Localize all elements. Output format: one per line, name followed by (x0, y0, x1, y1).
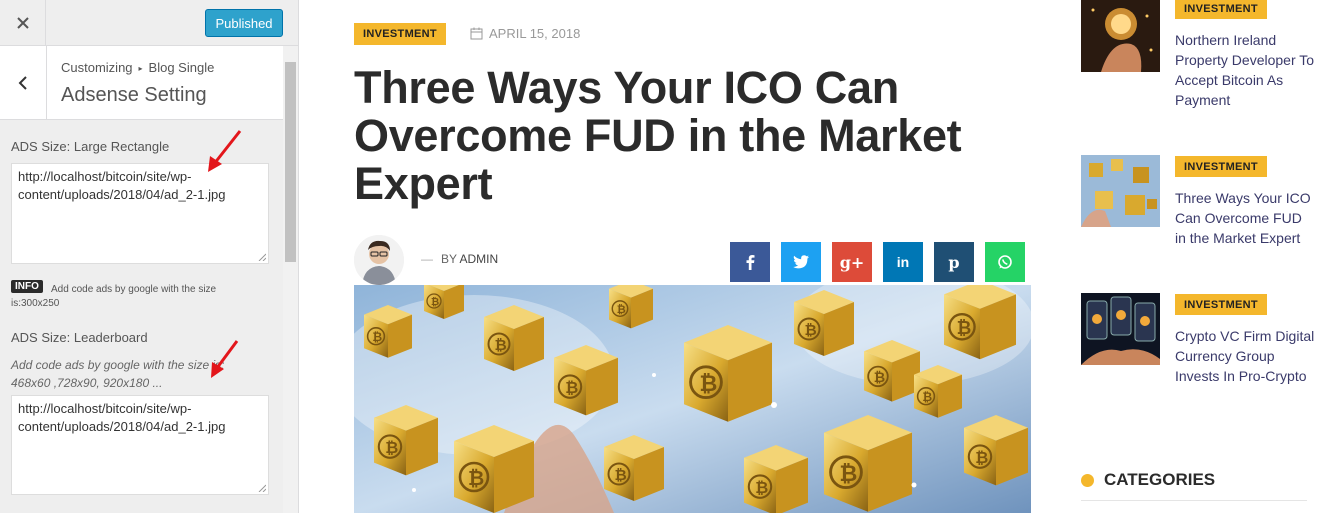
annotation-arrow-icon (208, 130, 242, 172)
pinterest-share-button[interactable]: p (934, 242, 974, 282)
chevron-left-icon (18, 75, 27, 90)
section-title: Adsense Setting (61, 84, 207, 106)
field-value-line: content/uploads/2018/04/ad_2-1.jpg (18, 419, 226, 434)
post-title: Three Ways Your ICO Can Overcome FUD in … (354, 62, 962, 209)
google-plus-share-button[interactable]: g+ (832, 242, 872, 282)
leaderboard-field[interactable]: http://localhost/bitcoin/site/wp- conten… (11, 395, 269, 495)
recent-post-thumbnail[interactable] (1081, 155, 1160, 227)
breadcrumb-child: Blog Single (148, 60, 215, 75)
linkedin-icon: in (896, 254, 910, 270)
categories-heading: CATEGORIES (1081, 470, 1215, 490)
linkedin-share-button[interactable]: in (883, 242, 923, 282)
author-name[interactable]: ADMIN (459, 252, 498, 266)
recent-post-category-badge[interactable]: INVESTMENT (1175, 0, 1267, 19)
categories-heading-text: CATEGORIES (1104, 470, 1216, 489)
breadcrumb-separator-icon: ▸ (138, 64, 143, 73)
resize-handle-icon[interactable] (258, 253, 266, 261)
whatsapp-share-button[interactable] (985, 242, 1025, 282)
recent-post-title[interactable]: Northern Ireland Property Developer To A… (1175, 30, 1315, 110)
post-date-text: APRIL 15, 2018 (489, 26, 581, 41)
annotation-arrow-icon (211, 340, 239, 378)
section-navigation: Customizing ▸ Blog Single Adsense Setting (0, 46, 283, 120)
close-icon (16, 17, 29, 29)
publish-button[interactable]: Published (205, 9, 283, 37)
share-buttons: g+ in p (730, 242, 1025, 282)
post-category-badge[interactable]: INVESTMENT (354, 23, 446, 45)
recent-post-category-badge[interactable]: INVESTMENT (1175, 156, 1267, 177)
twitter-icon (793, 255, 809, 269)
heading-dot-icon (1081, 473, 1094, 487)
customizer-panel: Published Customizing ▸ Blog Single Adsens… (0, 0, 299, 513)
recent-post-title[interactable]: Three Ways Your ICO Can Overcome FUD in … (1175, 188, 1315, 248)
info-description: Add code ads by google with the size is:… (11, 284, 217, 309)
recent-post-thumbnail[interactable] (1081, 293, 1160, 365)
customizer-header: Published (0, 0, 298, 46)
facebook-share-button[interactable] (730, 242, 770, 282)
post-featured-image: ₿ (354, 285, 1031, 513)
byline-prefix: BY (441, 252, 457, 266)
facebook-icon (746, 255, 755, 270)
site-preview: INVESTMENT APRIL 15, 2018 Three Ways You… (299, 0, 1327, 513)
breadcrumb: Customizing ▸ Blog Single (61, 60, 214, 75)
calendar-icon (470, 27, 483, 40)
field-value-line: content/uploads/2018/04/ad_2-1.jpg (18, 187, 226, 202)
heading-divider (1081, 500, 1307, 501)
google-plus-icon: g+ (839, 252, 865, 272)
breadcrumb-parent: Customizing (61, 60, 133, 75)
recent-post-category-badge[interactable]: INVESTMENT (1175, 294, 1267, 315)
panel-scrollbar-thumb[interactable] (285, 62, 296, 262)
large-rectangle-field[interactable]: http://localhost/bitcoin/site/wp- conten… (11, 163, 269, 264)
large-rectangle-label: ADS Size: Large Rectangle (11, 139, 170, 154)
back-button[interactable] (0, 46, 47, 119)
field-value-line: http://localhost/bitcoin/site/wp- (18, 169, 192, 184)
post-date: APRIL 15, 2018 (470, 26, 580, 41)
field-value-line: http://localhost/bitcoin/site/wp- (18, 401, 192, 416)
close-button[interactable] (0, 0, 46, 46)
whatsapp-icon (998, 255, 1012, 269)
recent-post-title[interactable]: Crypto VC Firm Digital Currency Group In… (1175, 326, 1315, 386)
author-avatar (354, 235, 404, 285)
post-byline: — BY ADMIN (421, 252, 499, 266)
recent-post-thumbnail[interactable] (1081, 0, 1160, 72)
pinterest-icon: p (948, 252, 960, 272)
twitter-share-button[interactable] (781, 242, 821, 282)
leaderboard-label: ADS Size: Leaderboard (11, 330, 148, 345)
resize-handle-icon[interactable] (258, 484, 266, 492)
